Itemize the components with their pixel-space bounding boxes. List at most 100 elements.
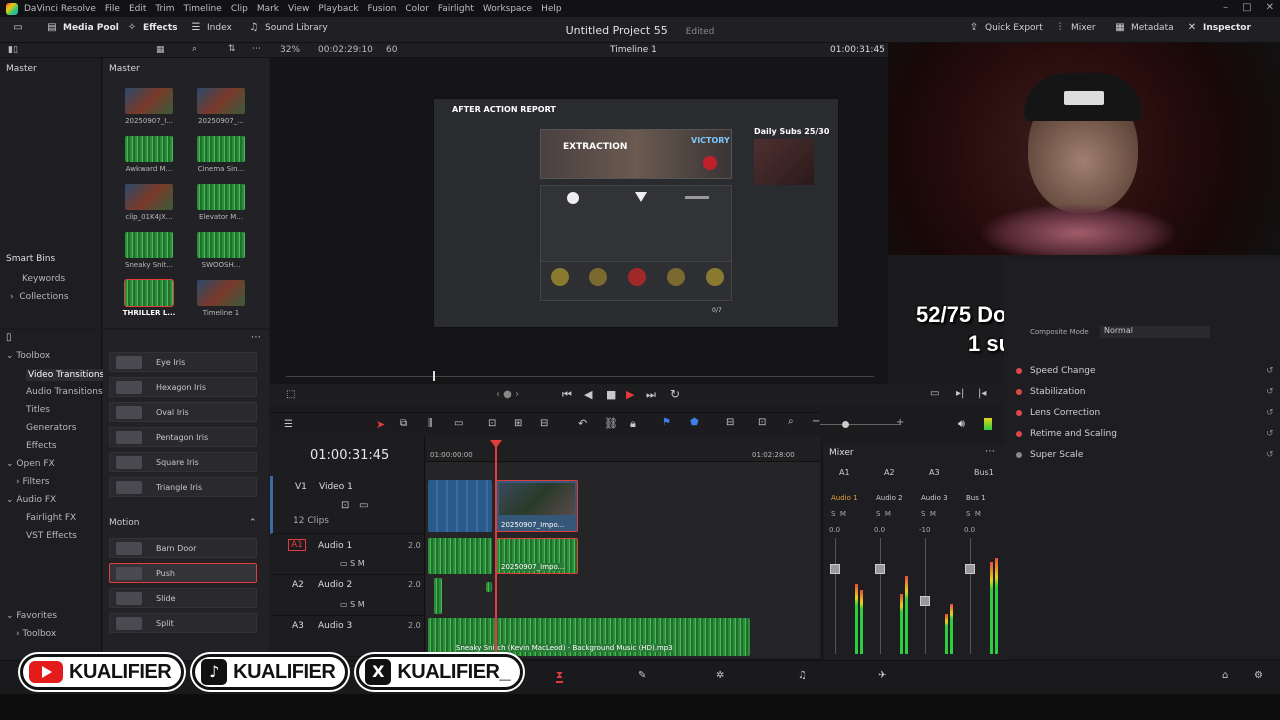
sort-icon[interactable]: ⇅	[228, 44, 236, 54]
trim-tool-icon[interactable]: ⧉	[400, 418, 407, 429]
toolbox-video-transitions[interactable]: Video Transitions	[26, 369, 107, 381]
list-view-icon[interactable]: ▮▯	[8, 45, 18, 55]
transition-square-iris[interactable]: Square Iris	[109, 452, 257, 472]
timeline-options-icon[interactable]: ☰	[284, 419, 293, 430]
media-clip-thumbnail[interactable]	[125, 88, 173, 114]
home-icon[interactable]: ⌂	[1222, 670, 1228, 681]
blade-tool-icon[interactable]: ▭	[454, 418, 463, 429]
transition-triangle-iris[interactable]: Triangle Iris	[109, 477, 257, 497]
track-visibility-icon[interactable]: ▭	[359, 500, 368, 511]
fader-handle[interactable]	[875, 564, 885, 574]
inspector-retime-and-scaling[interactable]: Retime and Scaling ↺	[1016, 429, 1278, 439]
zoom-detail-icon[interactable]: ⊡	[758, 417, 766, 428]
match-frame-icon[interactable]: ▭	[930, 388, 939, 399]
timeline-ruler[interactable]: 01:00:00:00 01:02:28:00	[426, 436, 820, 462]
media-clip-thumbnail[interactable]	[197, 184, 245, 210]
zoom-slider-handle[interactable]	[842, 421, 849, 428]
transition-barn-door[interactable]: Barn Door	[109, 538, 257, 558]
menu-view[interactable]: View	[288, 4, 309, 14]
solo-mute-buttons[interactable]: S M	[876, 510, 891, 518]
enable-toggle-icon[interactable]	[1016, 409, 1022, 416]
audio-clip-selected[interactable]: 20250907_Impo...	[496, 538, 578, 574]
skip-end-icon[interactable]: ⏭	[646, 388, 656, 402]
favorites-toolbox[interactable]: › Toolbox	[16, 629, 56, 639]
audio-clip[interactable]	[434, 578, 442, 614]
media-clip-thumbnail[interactable]	[125, 136, 173, 162]
media-clip-thumbnail[interactable]	[197, 280, 245, 306]
menu-mark[interactable]: Mark	[257, 4, 279, 14]
zoom-out-icon[interactable]: −	[812, 416, 820, 427]
open-fx-filters[interactable]: › Filters	[16, 477, 49, 487]
solo-mute-buttons[interactable]: S M	[921, 510, 936, 518]
insert-clip-icon[interactable]: ⊡	[488, 418, 496, 429]
quick-export-button[interactable]: ⇪ Quick Export	[968, 23, 1043, 34]
overwrite-clip-icon[interactable]: ⊞	[514, 418, 522, 429]
solo-mute-buttons[interactable]: S M	[831, 510, 846, 518]
safe-area-icon[interactable]: ⬚	[286, 389, 295, 400]
open-fx-header[interactable]: ⌄ Open FX	[6, 459, 55, 469]
media-clip-thumbnail[interactable]	[124, 279, 174, 307]
smart-bin-collections[interactable]: › Collections	[10, 292, 69, 302]
more-icon[interactable]: ⋯	[985, 446, 995, 457]
zoom-search-icon[interactable]: ⌕	[788, 416, 794, 427]
composite-mode-select[interactable]: Normal	[1100, 326, 1210, 338]
master-bin[interactable]: Master	[0, 58, 101, 74]
transition-eye-iris[interactable]: Eye Iris	[109, 352, 257, 372]
media-clip-thumbnail[interactable]	[197, 232, 245, 258]
toolbox-audio-transitions[interactable]: Audio Transitions	[26, 387, 103, 397]
enable-toggle-icon[interactable]	[1016, 388, 1022, 395]
scrub-bar[interactable]	[286, 376, 874, 377]
zoom-slider[interactable]	[820, 424, 900, 425]
enable-toggle-icon[interactable]	[1016, 451, 1022, 458]
reset-icon[interactable]: ↺	[1266, 387, 1274, 397]
viewer-frame[interactable]: AFTER ACTION REPORT EXTRACTION VICTORY D…	[433, 98, 839, 328]
inspector-lens-correction[interactable]: Lens Correction ↺	[1016, 408, 1278, 418]
loop-icon[interactable]: ↻	[670, 387, 680, 401]
snapping-icon[interactable]: ↶	[578, 417, 587, 430]
media-clip-thumbnail[interactable]	[197, 88, 245, 114]
zoom-level[interactable]: 32%	[280, 45, 300, 55]
prev-clip-icon[interactable]: |◂	[978, 388, 986, 399]
stop-icon[interactable]: ■	[606, 388, 616, 401]
transition-push[interactable]: Push	[109, 563, 257, 583]
fader-track[interactable]	[880, 538, 881, 654]
fader-handle[interactable]	[920, 596, 930, 606]
menu-workspace[interactable]: Workspace	[483, 4, 532, 14]
fader-handle[interactable]	[965, 564, 975, 574]
skip-start-icon[interactable]: ⏮	[562, 388, 572, 402]
zoom-fit-icon[interactable]: ⊟	[726, 417, 734, 428]
jog-icon[interactable]: ‹ ● ›	[496, 389, 519, 400]
track-lock-icon[interactable]: ⊡	[341, 500, 349, 511]
menu-color[interactable]: Color	[405, 4, 429, 14]
toolbox-titles[interactable]: Titles	[26, 405, 50, 415]
mixer-button[interactable]: ⫶ Mixer	[1054, 23, 1096, 34]
chevron-up-icon[interactable]: ⌃	[249, 518, 257, 528]
audio-clip[interactable]	[486, 582, 492, 592]
smart-bin-keywords[interactable]: Keywords	[22, 274, 65, 284]
edit-page-icon[interactable]: ⧗	[556, 670, 564, 683]
metadata-button[interactable]: ▦ Metadata	[1114, 23, 1173, 34]
deliver-page-icon[interactable]: ✈	[878, 670, 886, 681]
video-clip[interactable]	[428, 480, 492, 532]
transition-split[interactable]: Split	[109, 613, 257, 633]
track-mute-icon[interactable]: ▭ S M	[340, 559, 365, 568]
media-clip-thumbnail[interactable]	[125, 232, 173, 258]
transition-slide[interactable]: Slide	[109, 588, 257, 608]
lock-icon[interactable]: 🔒︎	[630, 417, 636, 431]
menu-help[interactable]: Help	[541, 4, 562, 14]
zoom-in-icon[interactable]: +	[896, 417, 904, 428]
inspector-button[interactable]: ✕ Inspector	[1186, 23, 1251, 34]
favorites-header[interactable]: ⌄ Favorites	[6, 611, 57, 621]
scrub-playhead[interactable]	[433, 371, 435, 381]
settings-icon[interactable]: ⚙	[1254, 670, 1263, 681]
replace-clip-icon[interactable]: ⊟	[540, 418, 548, 429]
motion-section-header[interactable]: Motion	[109, 518, 140, 528]
menu-playback[interactable]: Playback	[318, 4, 358, 14]
audio-clip[interactable]	[428, 538, 492, 574]
media-clip-thumbnail[interactable]	[197, 136, 245, 162]
inspector-super-scale[interactable]: Super Scale ↺	[1016, 450, 1278, 460]
toolbox-effects[interactable]: Effects	[26, 441, 57, 451]
fusion-page-icon[interactable]: ✎	[638, 670, 646, 681]
reset-icon[interactable]: ↺	[1266, 366, 1274, 376]
play-reverse-icon[interactable]: ◀	[584, 388, 592, 401]
